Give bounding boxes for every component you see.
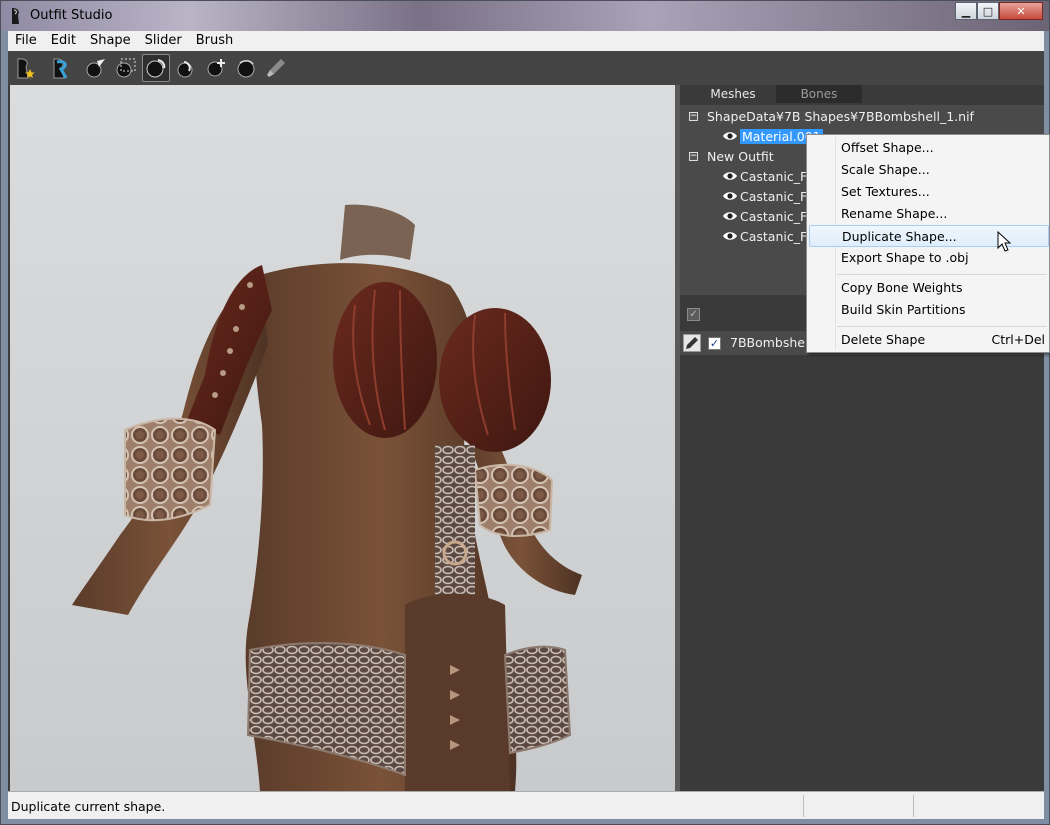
menu-slider[interactable]: Slider xyxy=(138,31,189,51)
menu-shape[interactable]: Shape xyxy=(83,31,138,51)
reference-template-icon xyxy=(17,58,35,80)
tree-item-outfit-shape[interactable]: Castanic_F_ xyxy=(722,206,813,226)
menu-item-offset-shape[interactable]: Offset Shape... xyxy=(809,137,1049,159)
inflate-brush-icon xyxy=(146,59,166,78)
eye-icon[interactable] xyxy=(722,130,738,142)
slider-label: 7BBombshell_ xyxy=(730,335,819,350)
maximize-icon: □ xyxy=(982,4,994,18)
shape-context-menu: Offset Shape... Scale Shape... Set Textu… xyxy=(806,134,1050,353)
menu-edit[interactable]: Edit xyxy=(44,31,83,51)
edit-slider-button[interactable] xyxy=(683,334,701,352)
weight-brush-icon xyxy=(267,59,285,77)
menu-item-export-shape-obj[interactable]: Export Shape to .obj xyxy=(809,247,1049,269)
eye-icon[interactable] xyxy=(722,210,738,222)
tree-item-label: Castanic_F_ xyxy=(740,208,814,224)
3d-viewport[interactable] xyxy=(10,85,675,791)
status-text: Duplicate current shape. xyxy=(11,799,166,814)
panel-tabs: Meshes Bones xyxy=(690,85,862,103)
mask-brush-button[interactable] xyxy=(112,54,140,82)
app-window: Outfit Studio ▁ □ ✕ File Edit Shape Slid… xyxy=(0,0,1050,825)
window-title: Outfit Studio xyxy=(30,8,113,23)
tree-item-outfit-shape[interactable]: Castanic_F_ xyxy=(722,186,813,206)
tree-item-outfit-shape[interactable]: Castanic_F xyxy=(722,226,807,246)
minimize-button[interactable]: ▁ xyxy=(955,2,977,20)
eye-icon[interactable] xyxy=(722,230,738,242)
status-bar: Duplicate current shape. xyxy=(8,791,1044,819)
tree-group-label: ShapeData¥7B Shapes¥7BBombshell_1.nif xyxy=(707,108,974,124)
move-brush-button[interactable] xyxy=(202,54,230,82)
menu-shortcut: Ctrl+Del xyxy=(991,332,1045,347)
smooth-brush-button[interactable] xyxy=(232,54,260,82)
tree-item-label: Castanic_F0 xyxy=(740,168,816,184)
close-button[interactable]: ✕ xyxy=(999,2,1043,20)
menu-bar: File Edit Shape Slider Brush xyxy=(8,31,1044,51)
tree-item-label: Castanic_F_ xyxy=(740,188,814,204)
menu-item-copy-bone-weights[interactable]: Copy Bone Weights xyxy=(809,277,1049,299)
close-icon: ✕ xyxy=(1016,4,1026,18)
tab-meshes[interactable]: Meshes xyxy=(690,85,776,103)
toolbar xyxy=(8,51,1044,85)
menu-separator xyxy=(837,326,1047,327)
menu-brush[interactable]: Brush xyxy=(189,31,241,51)
eye-icon[interactable] xyxy=(722,190,738,202)
eye-icon[interactable] xyxy=(722,170,738,182)
pencil-icon xyxy=(686,337,698,349)
menu-separator xyxy=(837,274,1047,275)
menu-item-set-textures[interactable]: Set Textures... xyxy=(809,181,1049,203)
tree-group-label: New Outfit xyxy=(707,148,774,164)
slider-checkbox[interactable]: ✓ xyxy=(708,337,721,350)
inflate-brush-button[interactable] xyxy=(142,54,170,82)
mouse-cursor-icon xyxy=(997,231,1011,252)
deflate-brush-icon xyxy=(177,61,193,78)
outfit-mesh-render xyxy=(72,204,582,791)
menu-item-duplicate-shape[interactable]: Duplicate Shape... xyxy=(809,225,1049,247)
smooth-brush-icon xyxy=(237,60,255,78)
pose-icon xyxy=(53,58,68,79)
select-brush-button[interactable] xyxy=(82,54,110,82)
menu-file[interactable]: File xyxy=(8,31,44,51)
tree-group-outfit[interactable]: − New Outfit xyxy=(689,146,774,166)
tree-item-label: Castanic_F xyxy=(740,228,808,244)
select-all-sliders-checkbox[interactable]: ✓ xyxy=(687,308,700,321)
collapse-icon[interactable]: − xyxy=(689,111,698,121)
menu-item-scale-shape[interactable]: Scale Shape... xyxy=(809,159,1049,181)
menu-item-rename-shape[interactable]: Rename Shape... xyxy=(809,203,1049,225)
tree-item-outfit-shape[interactable]: Castanic_F0 xyxy=(722,166,815,186)
deflate-brush-button[interactable] xyxy=(172,54,200,82)
app-logo-icon xyxy=(12,8,19,24)
collapse-icon[interactable]: − xyxy=(689,151,698,161)
weight-brush-button[interactable] xyxy=(262,54,290,82)
maximize-button[interactable]: □ xyxy=(977,2,999,20)
menu-item-build-skin-partitions[interactable]: Build Skin Partitions xyxy=(809,299,1049,321)
mask-brush-icon xyxy=(116,58,136,78)
tab-bones[interactable]: Bones xyxy=(776,85,862,103)
minimize-icon: ▁ xyxy=(961,4,971,18)
select-brush-icon xyxy=(86,59,105,78)
reference-template-button[interactable] xyxy=(10,54,38,82)
pose-button[interactable] xyxy=(46,54,74,82)
move-brush-icon xyxy=(207,59,225,77)
title-bar[interactable]: Outfit Studio ▁ □ ✕ xyxy=(1,1,1049,31)
menu-item-delete-shape[interactable]: Delete Shape Ctrl+Del xyxy=(809,329,1049,351)
tree-group-reference[interactable]: − ShapeData¥7B Shapes¥7BBombshell_1.nif xyxy=(689,106,974,126)
